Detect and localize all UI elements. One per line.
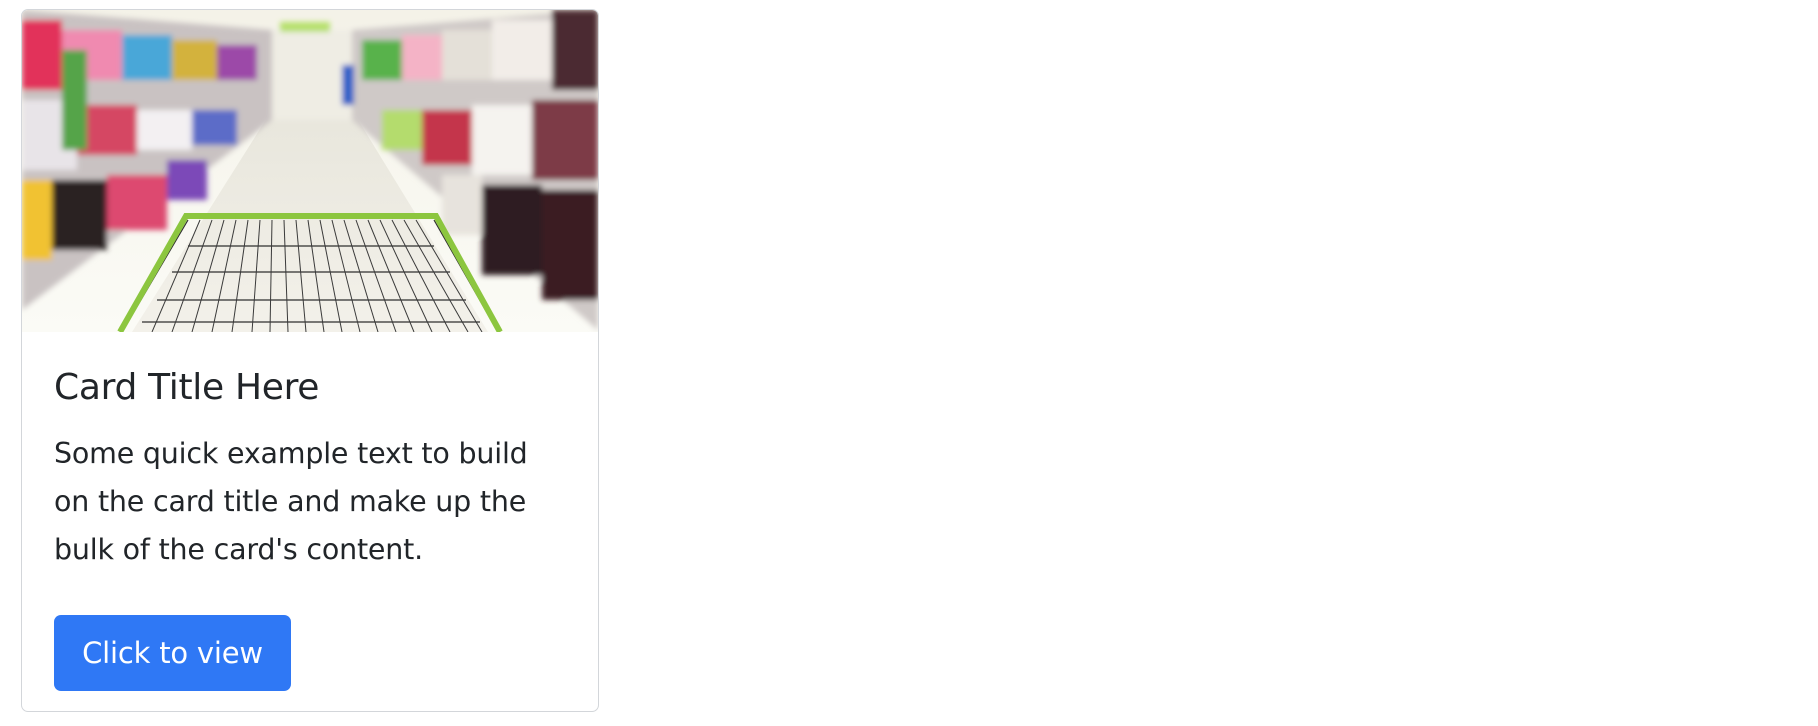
card-body: Card Title Here Some quick example text … (22, 332, 598, 691)
card-image (22, 10, 598, 332)
card-title: Card Title Here (54, 367, 320, 408)
card-text: Some quick example text to build on the … (54, 437, 528, 566)
card: Card Title Here Some quick example text … (21, 9, 599, 712)
click-to-view-button[interactable]: Click to view (54, 615, 291, 691)
